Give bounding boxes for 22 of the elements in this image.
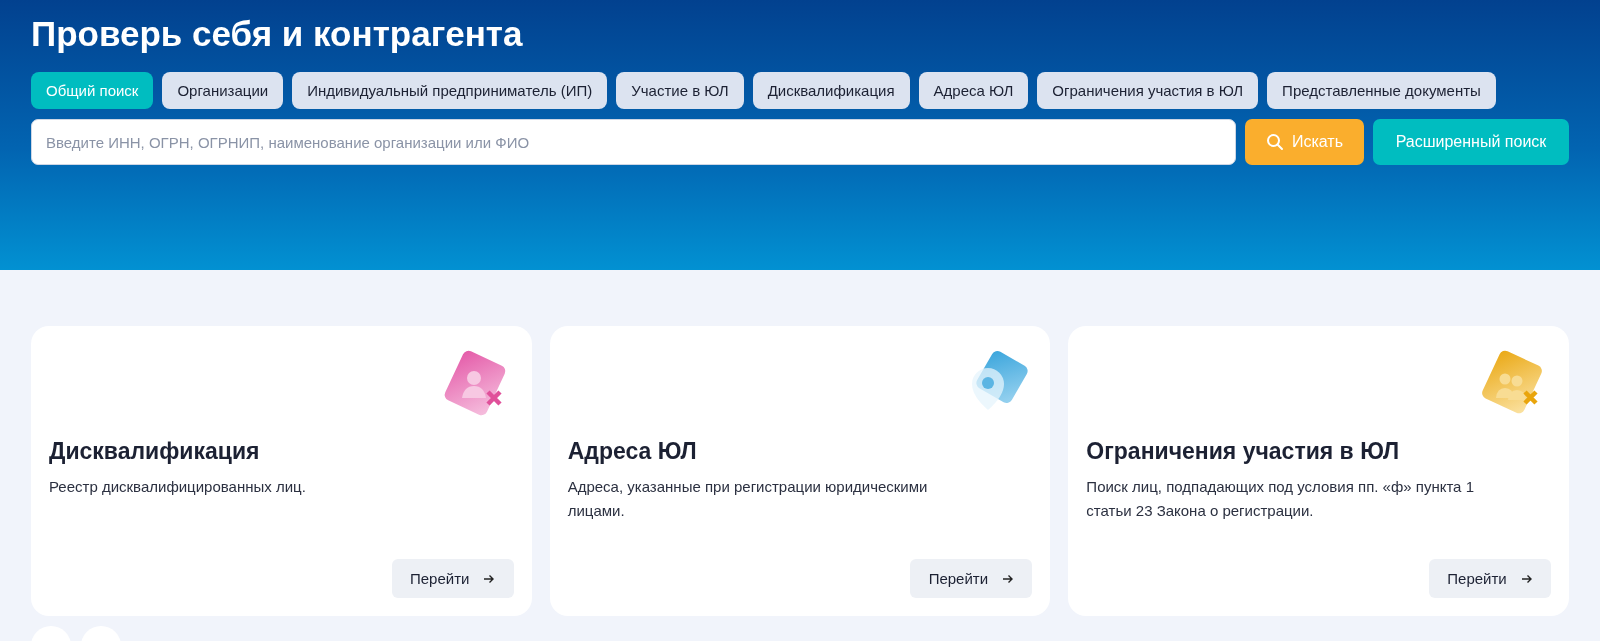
card-title: Ограничения участия в ЮЛ <box>1086 438 1401 465</box>
arrow-right-icon <box>1520 573 1533 584</box>
card-description: Адреса, указанные при регистрации юридическими лицами. <box>567 477 929 521</box>
card-title: Адреса ЮЛ <box>567 438 698 465</box>
search-field[interactable]: Введите ИНН, ОГРН, ОГРНИП, наименование организации или ФИО <box>31 119 1236 165</box>
arrow-right-icon <box>483 573 496 584</box>
go-button[interactable]: Перейти <box>1429 559 1551 598</box>
page-title: Проверь себя и контрагента <box>31 13 524 55</box>
card-description: Поиск лиц, подпадающих под условия пп. «ф» пункта 1 статьи 23 Закона о регистрации. <box>1086 477 1475 521</box>
card-description: Реестр дисквалифицированных лиц. <box>49 477 307 497</box>
search-tab[interactable]: Индивидуальный предприниматель (ИП) <box>292 72 608 109</box>
search-tab[interactable]: Адреса ЮЛ <box>918 72 1029 109</box>
search-tab[interactable]: Ограничения участия в ЮЛ <box>1037 72 1259 109</box>
go-button[interactable]: Перейти <box>910 559 1033 598</box>
search-tab[interactable]: Дисквалификация <box>752 72 910 109</box>
go-button[interactable]: Перейти <box>391 559 514 598</box>
arrow-right-icon <box>1002 573 1015 584</box>
search-tab[interactable]: Участие в ЮЛ <box>616 72 744 109</box>
search-icon <box>1265 133 1284 151</box>
card-title: Дисквалификация <box>49 438 261 465</box>
search-tab[interactable]: Представленные документы <box>1267 72 1496 109</box>
search-tab[interactable]: Организации <box>162 72 284 109</box>
